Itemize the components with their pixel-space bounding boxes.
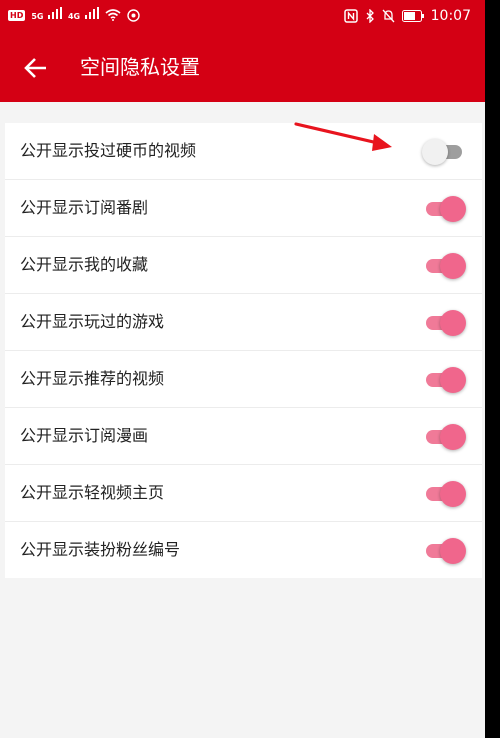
toggle-switch[interactable]	[424, 538, 466, 564]
signal-5g-icon: 5G	[31, 7, 62, 23]
setting-row-light-video[interactable]: 公开显示轻视频主页	[5, 465, 482, 522]
hd-badge: HD	[8, 9, 26, 21]
eye-icon	[126, 8, 140, 22]
setting-row-fan-number[interactable]: 公开显示装扮粉丝编号	[5, 522, 482, 578]
mute-bell-icon	[382, 9, 395, 23]
setting-row-comics[interactable]: 公开显示订阅漫画	[5, 408, 482, 465]
switch-thumb	[440, 424, 466, 450]
screen-edge	[485, 0, 500, 738]
setting-label: 公开显示装扮粉丝编号	[20, 540, 181, 559]
bluetooth-icon	[366, 9, 374, 23]
nfc-icon	[343, 9, 358, 23]
status-right: 10:07	[343, 7, 471, 25]
phone-screen: HD 5G 4G 10:07 空间隐私设置 公开显示投过硬币的视频 公开显示订阅…	[0, 0, 485, 738]
app-bar: 空间隐私设置	[0, 32, 485, 102]
signal-5g-label: 5G	[31, 12, 44, 21]
setting-row-favorites[interactable]: 公开显示我的收藏	[5, 237, 482, 294]
status-bar: HD 5G 4G 10:07	[0, 0, 485, 32]
toggle-switch[interactable]	[424, 196, 466, 222]
switch-thumb	[440, 481, 466, 507]
setting-row-recommended[interactable]: 公开显示推荐的视频	[5, 351, 482, 408]
wifi-icon	[105, 9, 121, 21]
switch-thumb	[440, 367, 466, 393]
setting-label: 公开显示投过硬币的视频	[20, 141, 197, 160]
setting-label: 公开显示轻视频主页	[20, 483, 165, 502]
toggle-switch[interactable]	[424, 253, 466, 279]
setting-label: 公开显示订阅漫画	[20, 426, 149, 445]
switch-thumb	[440, 253, 466, 279]
toggle-switch[interactable]	[424, 367, 466, 393]
arrow-left-icon	[24, 58, 46, 78]
signal-bars-icon	[47, 7, 62, 19]
switch-thumb	[440, 310, 466, 336]
setting-label: 公开显示玩过的游戏	[20, 312, 165, 331]
status-left: HD 5G 4G	[8, 7, 140, 23]
switch-thumb	[440, 196, 466, 222]
setting-label: 公开显示我的收藏	[20, 255, 149, 274]
switch-thumb	[422, 139, 448, 165]
signal-bars-icon-2	[84, 7, 99, 19]
annotation-arrow-icon	[294, 122, 392, 151]
signal-4g-label: 4G	[67, 12, 81, 21]
back-button[interactable]	[18, 50, 54, 86]
setting-label: 公开显示订阅番剧	[20, 198, 149, 217]
toggle-switch[interactable]	[424, 310, 466, 336]
page-title: 空间隐私设置	[80, 55, 200, 79]
setting-row-bangumi[interactable]: 公开显示订阅番剧	[5, 180, 482, 237]
switch-thumb	[440, 538, 466, 564]
signal-4g-icon: 4G	[68, 7, 99, 23]
battery-icon	[401, 10, 424, 22]
status-time: 10:07	[430, 8, 471, 24]
settings-list: 公开显示投过硬币的视频 公开显示订阅番剧 公开显示我的收藏 公开显示玩过的游戏	[5, 123, 482, 578]
toggle-switch[interactable]	[422, 139, 464, 165]
toggle-switch[interactable]	[424, 481, 466, 507]
toggle-switch[interactable]	[424, 424, 466, 450]
setting-label: 公开显示推荐的视频	[20, 369, 165, 388]
setting-row-games[interactable]: 公开显示玩过的游戏	[5, 294, 482, 351]
setting-row-coins[interactable]: 公开显示投过硬币的视频	[5, 123, 482, 180]
